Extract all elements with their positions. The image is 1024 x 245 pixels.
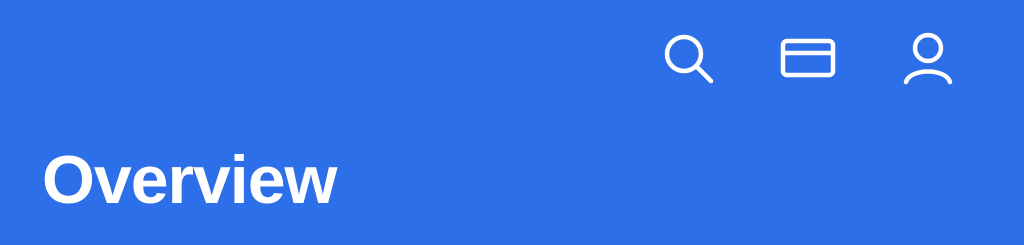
page-title: Overview xyxy=(42,142,337,218)
credit-card-icon xyxy=(780,38,836,78)
search-icon xyxy=(664,34,714,84)
payment-card-button[interactable] xyxy=(778,28,838,88)
profile-button[interactable] xyxy=(898,28,958,88)
search-button[interactable] xyxy=(658,28,718,88)
app-header: Overview xyxy=(0,0,1024,245)
user-icon xyxy=(903,32,953,85)
